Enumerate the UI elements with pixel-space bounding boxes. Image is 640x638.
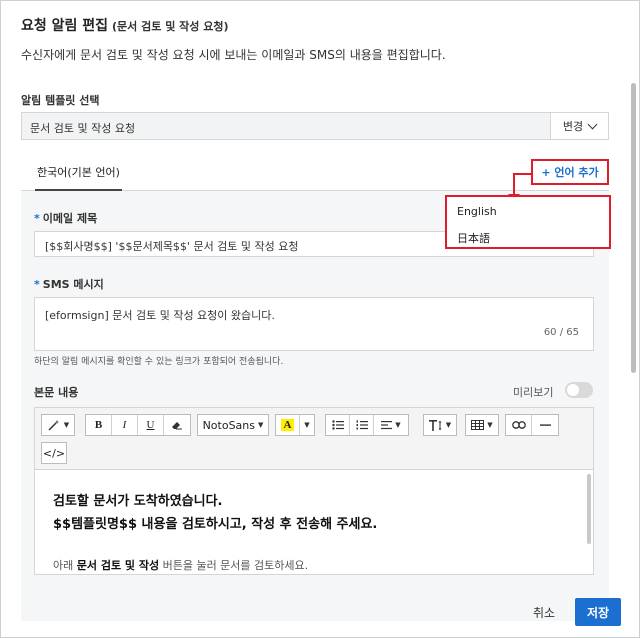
- ordered-list-button[interactable]: [350, 415, 374, 435]
- template-change-label: 변경: [562, 120, 584, 133]
- font-color-letter: A: [280, 419, 295, 431]
- add-language-button[interactable]: + 언어 추가: [531, 159, 609, 185]
- sms-message-input[interactable]: [eformsign] 문서 검토 및 작성 요청이 왔습니다. 60 / 65: [34, 297, 594, 351]
- link-button[interactable]: [506, 415, 532, 435]
- table-icon: [471, 420, 485, 430]
- body-content-label: 본문 내용: [34, 386, 79, 399]
- template-change-button[interactable]: 변경: [550, 113, 608, 139]
- magic-style-button[interactable]: ▼: [41, 414, 75, 436]
- underline-button[interactable]: U: [138, 415, 164, 435]
- font-family-select[interactable]: NotoSans ▼: [197, 414, 269, 436]
- caret-down-icon: ▼: [258, 421, 264, 429]
- editor-toolbar: ▼ B I U NotoSans ▼ A ▼ ▼ ▼ ▼ </>: [35, 408, 593, 470]
- preview-label: 미리보기: [513, 386, 554, 399]
- body-editor: ▼ B I U NotoSans ▼ A ▼ ▼ ▼ ▼ </> 검토할 문서가…: [34, 407, 594, 575]
- dialog-description: 수신자에게 문서 검토 및 작성 요청 시에 보내는 이메일과 SMS의 내용을…: [21, 48, 446, 62]
- unordered-list-button[interactable]: [326, 415, 350, 435]
- sms-char-counter: 60 / 65: [543, 327, 579, 338]
- callout-line: [513, 173, 533, 175]
- font-color-button[interactable]: A: [276, 415, 300, 435]
- cancel-button[interactable]: 취소: [533, 604, 555, 621]
- language-option-english[interactable]: English: [457, 205, 497, 218]
- link-icon: [511, 421, 526, 429]
- code-view-button[interactable]: </>: [41, 442, 67, 464]
- body-line-2: $$템플릿명$$ 내용을 검토하시고, 작성 후 전송해 주세요.: [53, 517, 378, 532]
- editor-scroll-thumb[interactable]: [587, 474, 591, 544]
- language-tabs: 한국어(기본 언어) + 언어 추가: [21, 151, 609, 191]
- body-line-3: 아래 문서 검토 및 작성 버튼을 눌러 문서를 검토하세요.: [53, 559, 309, 572]
- caret-down-icon: ▼: [487, 421, 493, 429]
- bold-button[interactable]: B: [86, 415, 112, 435]
- body-button-name: 문서 검토 및 작성: [76, 559, 160, 572]
- template-value: 문서 검토 및 작성 요청: [30, 122, 136, 135]
- eraser-button[interactable]: [164, 415, 190, 435]
- caret-down-icon: ▼: [304, 421, 310, 429]
- tab-korean[interactable]: 한국어(기본 언어): [35, 151, 122, 191]
- sms-message-value: [eformsign] 문서 검토 및 작성 요청이 왔습니다.: [45, 309, 275, 322]
- italic-button[interactable]: I: [112, 415, 138, 435]
- required-mark: *: [34, 212, 40, 225]
- email-subject-value: [$$회사명$$] '$$문서제목$$' 문서 검토 및 작성 요청: [45, 240, 299, 253]
- text-style-group: B I U: [85, 414, 191, 436]
- table-button[interactable]: ▼: [465, 414, 499, 436]
- save-button[interactable]: 저장: [575, 598, 621, 626]
- preview-toggle[interactable]: [565, 382, 593, 398]
- eraser-icon: [172, 422, 182, 430]
- sms-hint: 하단의 알림 메시지를 확인할 수 있는 링크가 포함되어 전송됩니다.: [34, 357, 284, 367]
- text-height-icon: [428, 419, 442, 431]
- font-color-dropdown[interactable]: ▼: [300, 415, 314, 435]
- caret-down-icon: ▼: [63, 421, 70, 429]
- language-dropdown: English 日本語: [445, 195, 611, 249]
- insert-group: [505, 414, 559, 436]
- caret-down-icon: ▼: [445, 421, 452, 429]
- required-mark: *: [34, 278, 40, 291]
- toggle-knob: [567, 384, 579, 396]
- paragraph-group: ▼: [325, 414, 409, 436]
- bullet-list-icon: [331, 420, 344, 430]
- caret-down-icon: ▼: [395, 421, 401, 429]
- email-subject-label: * 이메일 제목: [34, 212, 98, 225]
- dialog-subtitle: (문서 검토 및 작성 요청): [112, 20, 229, 33]
- chevron-down-icon: [587, 119, 598, 130]
- align-button[interactable]: ▼: [374, 415, 408, 435]
- edit-notification-dialog: 요청 알림 편집 (문서 검토 및 작성 요청) 수신자에게 문서 검토 및 작성…: [0, 0, 640, 638]
- horizontal-rule-icon: [539, 424, 551, 426]
- font-family-value: NotoSans: [202, 418, 256, 432]
- magic-wand-icon: [48, 420, 59, 431]
- editor-scrollbar[interactable]: [585, 474, 591, 572]
- horizontal-rule-button[interactable]: [532, 415, 558, 435]
- text-size-button[interactable]: ▼: [423, 414, 457, 436]
- template-select[interactable]: 문서 검토 및 작성 요청 변경: [21, 112, 609, 140]
- dialog-scrollbar[interactable]: [631, 83, 636, 373]
- body-line-1: 검토할 문서가 도착하였습니다.: [53, 494, 223, 509]
- sms-message-label: * SMS 메시지: [34, 278, 104, 291]
- align-left-icon: [381, 421, 393, 430]
- numbered-list-icon: [356, 420, 368, 430]
- template-label: 알림 템플릿 선택: [21, 94, 100, 107]
- dialog-title: 요청 알림 편집 (문서 검토 및 작성 요청): [21, 18, 229, 34]
- language-option-japanese[interactable]: 日本語: [457, 230, 490, 246]
- font-color-group: A ▼: [275, 414, 315, 436]
